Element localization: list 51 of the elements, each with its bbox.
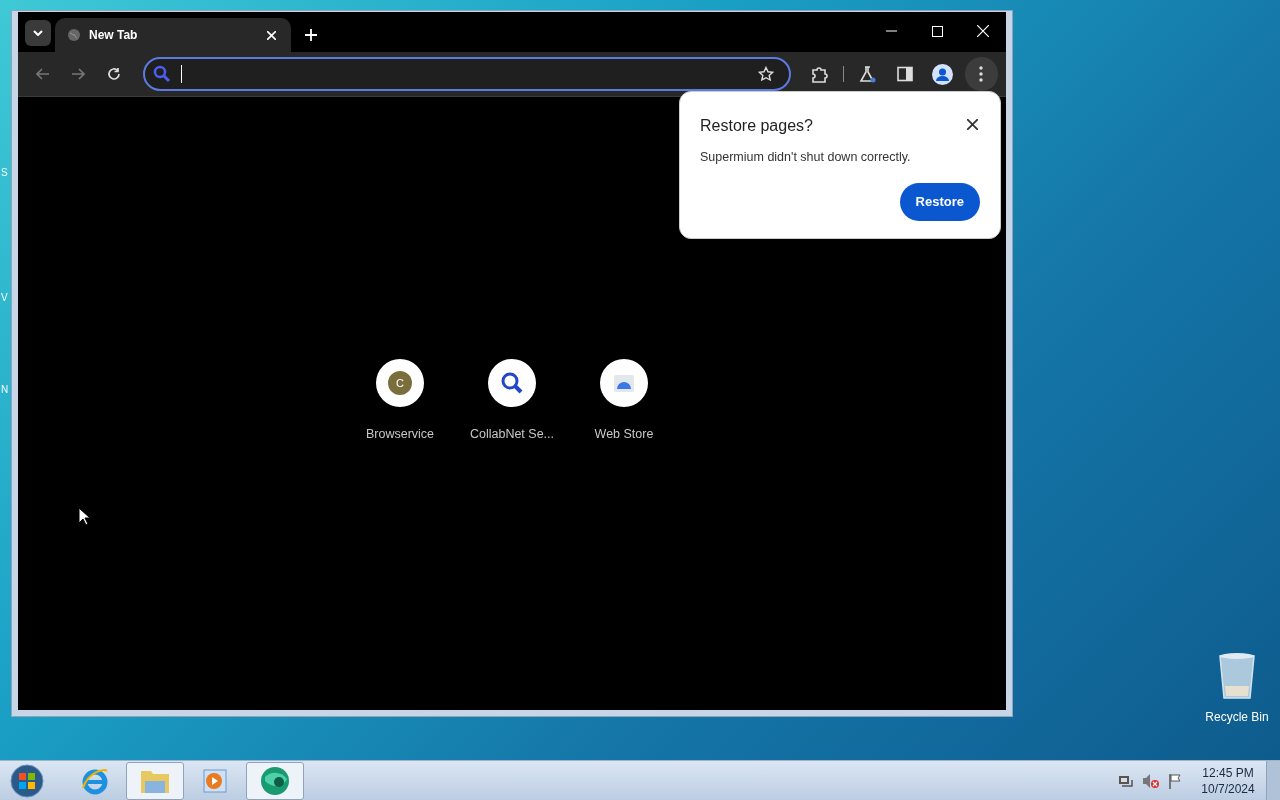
side-panel-icon	[897, 66, 914, 82]
dialog-title: Restore pages?	[700, 116, 813, 136]
close-icon	[266, 30, 276, 40]
letter-icon: C	[388, 371, 412, 395]
flask-icon	[859, 65, 877, 83]
start-button[interactable]	[8, 761, 46, 800]
shortcut-label: Web Store	[594, 426, 654, 443]
shortcut-label: CollabNet Se...	[469, 426, 555, 443]
browser-tab[interactable]: New Tab	[55, 18, 291, 52]
plus-icon	[305, 29, 317, 41]
store-icon	[613, 373, 635, 393]
flag-icon[interactable]	[1168, 772, 1182, 789]
play-icon	[202, 767, 228, 794]
avatar-icon	[932, 63, 954, 85]
tab-search-button[interactable]	[25, 20, 51, 46]
menu-button[interactable]	[964, 57, 999, 91]
chevron-down-icon	[33, 30, 43, 36]
close-icon	[966, 118, 978, 130]
puzzle-icon	[810, 65, 828, 83]
text-cursor	[180, 65, 182, 83]
star-icon[interactable]	[758, 66, 775, 82]
close-icon	[977, 25, 989, 37]
shortcut-tile[interactable]: CollabNet Se...	[456, 359, 568, 444]
mouse-pointer-icon	[78, 507, 90, 526]
search-icon	[152, 65, 171, 83]
windows-orb-icon	[10, 763, 44, 798]
desktop-icon-label[interactable]: Recycle Bin	[1205, 708, 1269, 726]
magnifier-icon	[500, 371, 524, 395]
globe-icon	[67, 28, 81, 42]
clock-date[interactable]: 10/7/2024	[1201, 780, 1255, 797]
desktop-icon-label: V	[1, 291, 8, 305]
maximize-icon	[931, 25, 943, 37]
restore-button[interactable]: Restore	[899, 182, 980, 221]
forward-arrow-icon	[71, 68, 86, 80]
shortcut-tile[interactable]: C Browservice	[344, 359, 456, 444]
taskbar-app-button[interactable]	[246, 761, 304, 800]
minimize-icon	[885, 30, 897, 32]
trash-bin-icon[interactable]	[1217, 652, 1257, 700]
globe-icon	[259, 764, 291, 797]
clock-time[interactable]: 12:45 PM	[1202, 764, 1254, 781]
shortcut-label: Browservice	[365, 426, 435, 443]
more-vertical-icon	[979, 66, 984, 82]
back-arrow-icon	[35, 68, 50, 80]
dialog-message: Supermium didn't shut down correctly.	[700, 149, 912, 166]
desktop-icon-label: N	[1, 383, 9, 397]
address-bar[interactable]	[142, 57, 792, 91]
shortcut-tile[interactable]: Web Store	[568, 359, 680, 444]
muted-speaker-icon[interactable]	[1142, 772, 1160, 789]
tab-title: New Tab	[89, 27, 139, 44]
reload-icon	[106, 67, 121, 81]
desktop-icon-label: S	[1, 166, 8, 180]
